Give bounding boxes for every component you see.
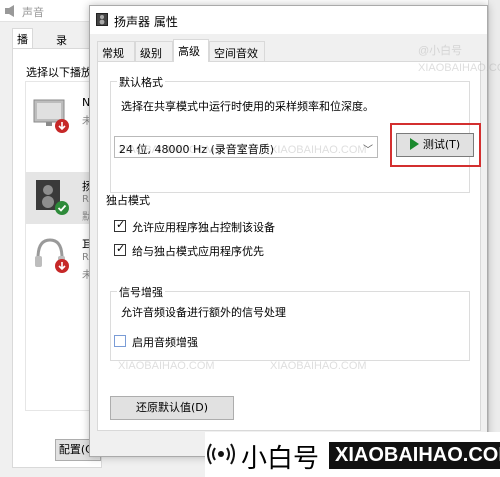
play-icon [409,138,419,150]
restore-defaults-button[interactable]: 还原默认值(D) [110,396,234,420]
exclusive-control-checkbox[interactable] [114,218,126,232]
brand-name-cn: 小白号 [241,444,320,474]
monitor-icon [33,99,69,133]
group-label: 默认格式 [117,74,165,90]
sound-window-title: 声音 [22,6,44,19]
exclusive-priority-label: 给与独占模式应用程序优先 [132,245,264,258]
exclusive-mode-label: 独占模式 [106,194,150,207]
speaker-icon [5,5,14,17]
playback-instruction: 选择以下播放 [26,66,92,79]
signal-enhancement-group: 信号增强 允许音频设备进行额外的信号处理 [110,284,470,361]
audio-enhancement-checkbox[interactable] [114,335,126,347]
headphones-icon [35,238,69,273]
speaker-properties-dialog: 扬声器 属性 常规 级别 高级 空间音效 默认格式 选择在共享模式中运行时使用的… [89,5,488,457]
signal-enhancement-description: 允许音频设备进行额外的信号处理 [121,306,286,319]
exclusive-priority-checkbox[interactable] [114,242,126,256]
brand-name-en: XIAOBAIHAO.COM [329,442,500,469]
brand-strip: 小白号 XIAOBAIHAO.COM [205,432,500,477]
broadcast-logo-icon [207,443,235,465]
dialog-tabs: 常规 级别 高级 空间音效 [97,39,487,62]
speaker-icon [36,180,69,215]
group-label: 信号增强 [117,284,165,300]
audio-enhancement-label: 启用音频增强 [132,336,198,349]
test-button[interactable]: 测试(T) [396,133,474,157]
background-edge [488,0,500,477]
tab-playback[interactable]: 播放 [12,28,33,62]
speaker-icon [96,13,108,26]
tab-spatial-sound[interactable]: 空间音效 [209,41,265,61]
dialog-titlebar: 扬声器 属性 [90,6,487,34]
tab-recording[interactable]: 录制 [52,30,71,63]
chevron-down-icon: ﹀ [363,145,373,156]
tab-advanced[interactable]: 高级 [173,39,209,62]
format-dropdown[interactable]: 24 位, 48000 Hz (录音室音质) ﹀ [114,136,378,158]
tab-levels[interactable]: 级别 [135,41,173,61]
tab-general[interactable]: 常规 [97,41,135,61]
exclusive-control-label: 允许应用程序独占控制该设备 [132,221,275,234]
test-button-label: 测试(T) [422,138,461,151]
dialog-title: 扬声器 属性 [114,15,178,29]
format-dropdown-value: 24 位, 48000 Hz (录音室音质) [119,143,275,156]
advanced-tab-panel: 默认格式 选择在共享模式中运行时使用的采样频率和位深度。 24 位, 48000… [97,61,481,431]
default-format-description: 选择在共享模式中运行时使用的采样频率和位深度。 [121,100,374,113]
